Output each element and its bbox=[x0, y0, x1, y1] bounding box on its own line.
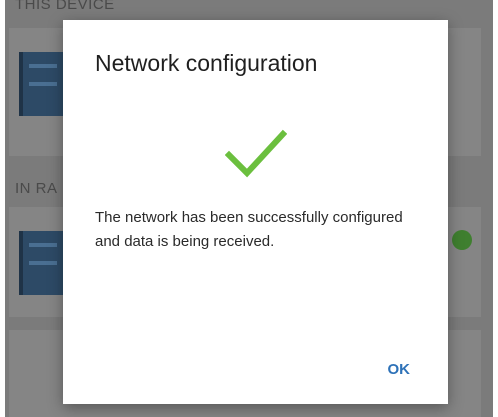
ok-button[interactable]: OK bbox=[380, 355, 419, 384]
dialog-message: The network has been successfully config… bbox=[95, 209, 403, 250]
in-range-device-thumbnail bbox=[19, 231, 63, 295]
dialog-title: Network configuration bbox=[95, 50, 318, 76]
status-ok-icon bbox=[452, 230, 472, 250]
check-icon bbox=[225, 129, 287, 178]
section-label-this-device: THIS DEVICE bbox=[15, 0, 115, 13]
network-configuration-dialog: Network configuration The network has be… bbox=[63, 20, 448, 404]
section-label-in-range: IN RA bbox=[15, 180, 58, 197]
app-screen: THIS DEVICE IN RA Network configuration … bbox=[5, 0, 493, 417]
device-thumbnail bbox=[19, 52, 63, 116]
